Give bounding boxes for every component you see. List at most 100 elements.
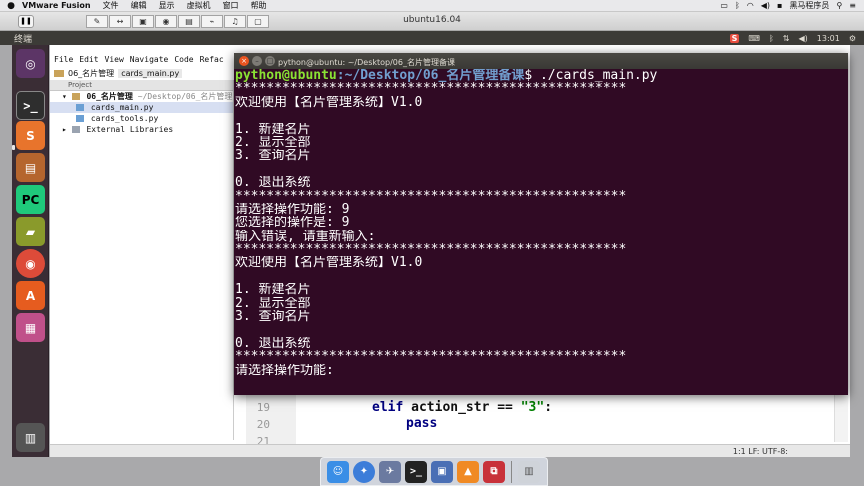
code-line-pass[interactable]: pass — [406, 416, 437, 431]
code-string: "3" — [520, 400, 545, 415]
chrome-launcher-icon[interactable]: ◉ — [16, 249, 45, 278]
project-panel-header[interactable]: Project — [50, 80, 233, 91]
sound-panel-icon[interactable]: ◀) — [798, 34, 807, 43]
power-gear-icon[interactable]: ⚙ — [849, 34, 856, 43]
trash-launcher-icon[interactable]: ▥ — [16, 423, 45, 452]
battery-icon[interactable]: ▭ — [720, 1, 728, 10]
menu-vm[interactable]: 虚拟机 — [187, 0, 211, 11]
line-number: 19 — [256, 401, 270, 414]
prompt-command: $ ./cards_main.py — [524, 69, 658, 83]
terminal-output[interactable]: python@ubuntu:~/Desktop/06_名片管理备课$ ./car… — [234, 69, 848, 395]
sogou-input-icon[interactable]: S — [729, 33, 740, 43]
ide-menu-view[interactable]: View — [105, 55, 124, 66]
expand-arrow-icon: ▾ — [62, 92, 67, 101]
bluetooth-icon[interactable]: ᛒ — [735, 1, 740, 10]
terminal-line-stars: ****************************************… — [235, 243, 627, 257]
ide-menu-file[interactable]: File — [54, 55, 73, 66]
files-launcher-icon[interactable]: ▤ — [16, 153, 45, 182]
terminal-line-error: 输入错误, 请重新输入: — [235, 229, 376, 244]
workspace-switcher-icon[interactable]: ▦ — [16, 313, 45, 342]
terminal-fav-launcher-icon[interactable]: ▰ — [16, 217, 45, 246]
dock-separator — [511, 460, 512, 483]
minimize-icon[interactable]: – — [252, 56, 262, 66]
terminal-titlebar[interactable]: × – □ python@ubuntu: ~/Desktop/06_名片管理备课 — [234, 53, 848, 69]
display-icon[interactable]: ▢ — [247, 15, 269, 28]
snapshot-icon[interactable]: ▣ — [132, 15, 154, 28]
editor-gutter: 19 20 21 — [246, 395, 296, 448]
terminal-line-welcome: 欢迎使用【名片管理系统】V1.0 — [235, 256, 423, 270]
menu-edit[interactable]: 编辑 — [131, 0, 147, 11]
terminal-line-menu3: 3. 查询名片 — [235, 310, 311, 324]
notification-icon[interactable]: ≡ — [849, 1, 856, 10]
ide-menu-navigate[interactable]: Navigate — [130, 55, 169, 66]
tree-file-cards-main[interactable]: cards_main.py — [50, 102, 233, 113]
collapse-arrow-icon: ▸ — [62, 125, 67, 134]
sound-icon[interactable]: ♫ — [224, 15, 246, 28]
trash-dock-icon[interactable]: ▥ — [518, 460, 540, 483]
wifi-icon[interactable]: ◠ — [747, 1, 754, 10]
ubuntu-top-panel: 终端 S ⌨ ᛒ ⇅ ◀) 13:01 ⚙ — [0, 31, 864, 45]
ubuntu-dash-icon[interactable]: ◎ — [16, 49, 45, 78]
tree-external-libraries[interactable]: ▸ External Libraries — [50, 124, 233, 135]
volume-icon[interactable]: ◀) — [761, 1, 770, 10]
breadcrumb-file[interactable]: cards_main.py — [118, 69, 183, 78]
code-line-elif[interactable]: elif action_str == "3": — [372, 400, 552, 415]
disk-icon[interactable]: ◉ — [155, 15, 177, 28]
tree-root-path: ~/Desktop/06_名片管理 — [137, 92, 233, 101]
lock-icon[interactable]: ▤ — [178, 15, 200, 28]
terminal-line-menu0: 0. 退出系统 — [235, 176, 311, 190]
vlc-dock-icon[interactable]: ▲ — [457, 460, 479, 483]
finder-dock-icon[interactable]: ☺ — [327, 460, 349, 483]
panel-indicators: S ⌨ ᛒ ⇅ ◀) 13:01 ⚙ — [729, 33, 864, 43]
vmware-dock-icon[interactable]: ⧉ — [483, 460, 505, 483]
breadcrumb-folder[interactable]: 06_名片管理 — [68, 68, 114, 79]
mac-user-name[interactable]: 黑马程序员 — [789, 0, 829, 11]
software-center-icon[interactable]: A — [16, 281, 45, 310]
terminal-line-stars: ****************************************… — [235, 350, 627, 364]
ide-menu-edit[interactable]: Edit — [79, 55, 98, 66]
close-icon[interactable]: × — [239, 56, 249, 66]
terminal-window[interactable]: × – □ python@ubuntu: ~/Desktop/06_名片管理备课… — [234, 53, 848, 395]
menu-view[interactable]: 显示 — [159, 0, 175, 11]
panel-app-title: 终端 — [14, 34, 33, 45]
menu-app-name[interactable]: VMware Fusion — [22, 1, 91, 10]
arrows-icon[interactable]: ↔ — [109, 15, 131, 28]
preview-dock-icon[interactable]: ▣ — [431, 460, 453, 483]
ide-breadcrumb: 06_名片管理 cards_main.py — [50, 68, 250, 79]
sublime-launcher-icon[interactable]: S — [16, 121, 45, 150]
settings-wrench-icon[interactable]: ✎ — [86, 15, 108, 28]
bluetooth-panel-icon[interactable]: ᛒ — [769, 34, 774, 43]
apple-menu-icon[interactable]: ● — [0, 1, 22, 11]
menu-help[interactable]: 帮助 — [251, 0, 267, 11]
spotlight-icon[interactable]: ⚲ — [836, 1, 842, 10]
usb-icon[interactable]: ⌁ — [201, 15, 223, 28]
tree-file-cards-tools[interactable]: cards_tools.py — [50, 113, 233, 124]
safari-dock-icon[interactable]: ✦ — [353, 460, 375, 483]
tree-root[interactable]: ▾ 06_名片管理 ~/Desktop/06_名片管理 — [50, 91, 233, 102]
menu-window[interactable]: 窗口 — [223, 0, 239, 11]
code-text: action_str == — [403, 400, 521, 415]
maximize-icon[interactable]: □ — [265, 56, 275, 66]
ide-menu-code[interactable]: Code — [174, 55, 193, 66]
flag-icon[interactable]: ▪ — [777, 1, 782, 10]
terminal-line-stars: ****************************************… — [235, 189, 627, 203]
running-indicator — [12, 145, 15, 150]
terminal-launcher-icon[interactable]: >_ — [16, 91, 45, 120]
pycharm-launcher-icon[interactable]: PC — [16, 185, 45, 214]
ide-menu-refactor[interactable]: Refac — [200, 55, 224, 66]
launchpad-dock-icon[interactable]: ✈ — [379, 460, 401, 483]
terminal-line-menu1: 1. 新建名片 — [235, 122, 311, 136]
terminal-line-menu0: 0. 退出系统 — [235, 336, 311, 351]
terminal-line-ask-again: 请选择操作功能: — [235, 363, 334, 377]
terminal-title: python@ubuntu: ~/Desktop/06_名片管理备课 — [278, 58, 455, 67]
keyboard-icon[interactable]: ⌨ — [748, 34, 760, 43]
menu-file[interactable]: 文件 — [103, 0, 119, 11]
pause-vm-button[interactable]: ❚❚ — [18, 15, 34, 28]
terminal-line-menu3: 3. 查询名片 — [235, 149, 311, 163]
network-icon[interactable]: ⇅ — [783, 34, 790, 43]
terminal-dock-icon[interactable]: >_ — [405, 460, 427, 483]
ide-status-text[interactable]: 1:1 LF: UTF-8: — [733, 447, 788, 456]
panel-clock[interactable]: 13:01 — [817, 34, 840, 43]
